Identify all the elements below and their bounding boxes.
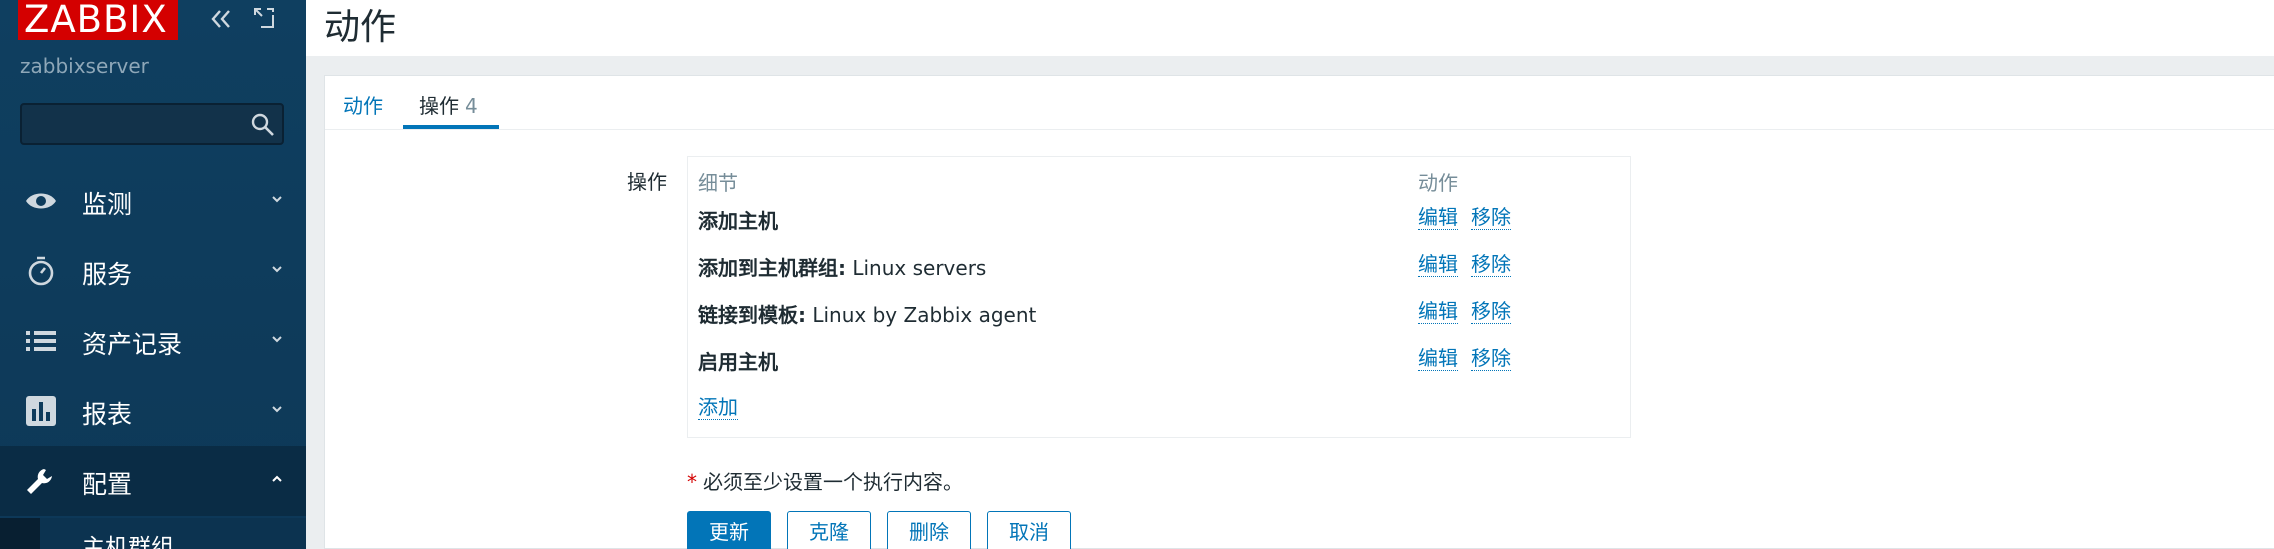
operation-detail: 添加到主机群组: Linux servers — [698, 252, 986, 281]
list-icon — [26, 331, 56, 351]
nav-label: 报表 — [82, 400, 133, 429]
operations-field-label: 操作 — [627, 170, 667, 194]
operation-name: 添加主机 — [698, 209, 778, 233]
chevron-up-icon — [272, 475, 282, 482]
nav-item-services[interactable]: 服务 — [0, 236, 306, 306]
wrench-icon — [27, 469, 52, 494]
edit-link[interactable]: 编辑 — [1418, 346, 1458, 371]
nav-label: 监测 — [82, 190, 133, 219]
operation-name: 添加到主机群组: — [698, 256, 846, 280]
nav-label: 服务 — [82, 260, 133, 289]
stopwatch-icon — [28, 256, 54, 286]
add-operation-link[interactable]: 添加 — [698, 395, 738, 420]
operation-name: 启用主机 — [698, 350, 778, 374]
form-panel: 动作 操作 4 操作 细节 动作 添加主机 编辑 移除 添加到主机群组: Linu… — [324, 75, 2274, 549]
sidebar: ZABBIX zabbixserver 监测 服务 资产记录 报表 配置 主机群… — [0, 0, 306, 549]
cancel-button[interactable]: 取消 — [987, 511, 1071, 549]
clone-button[interactable]: 克隆 — [787, 511, 871, 549]
zabbix-logo[interactable]: ZABBIX — [18, 0, 178, 40]
update-button[interactable]: 更新 — [687, 511, 771, 549]
page-title: 动作 — [324, 7, 397, 48]
delete-button[interactable]: 删除 — [887, 511, 971, 549]
table-row: 添加到主机群组: Linux servers 编辑 移除 — [688, 246, 1630, 286]
column-header-details: 细节 — [698, 171, 738, 195]
bar-chart-icon — [26, 396, 56, 426]
chevron-down-icon — [272, 196, 282, 203]
tab-count-badge: 4 — [465, 94, 478, 118]
required-note-text: 必须至少设置一个执行内容。 — [703, 470, 963, 494]
nav-subitem-host-groups[interactable]: 主机群组 — [0, 518, 306, 549]
chevron-down-icon — [272, 266, 282, 273]
nav-item-reports[interactable]: 报表 — [0, 376, 306, 446]
kiosk-mode-icon[interactable] — [252, 6, 276, 30]
nav-item-monitoring[interactable]: 监测 — [0, 166, 306, 236]
operation-name: 链接到模板: — [698, 303, 806, 327]
server-name: zabbixserver — [20, 54, 149, 78]
operation-detail: 启用主机 — [698, 346, 778, 375]
nav-label: 资产记录 — [82, 330, 183, 359]
remove-link[interactable]: 移除 — [1471, 252, 1511, 277]
table-row: 链接到模板: Linux by Zabbix agent 编辑 移除 — [688, 293, 1630, 333]
edit-link[interactable]: 编辑 — [1418, 299, 1458, 324]
search-icon[interactable] — [250, 112, 276, 138]
collapse-sidebar-icon[interactable] — [208, 6, 234, 32]
edit-link[interactable]: 编辑 — [1418, 205, 1458, 230]
submenu-indent — [0, 518, 40, 549]
required-note: * 必须至少设置一个执行内容。 — [687, 466, 963, 495]
column-header-action: 动作 — [1418, 171, 1458, 195]
nav-sublabel: 主机群组 — [82, 535, 174, 549]
remove-link[interactable]: 移除 — [1471, 346, 1511, 371]
remove-link[interactable]: 移除 — [1471, 299, 1511, 324]
tab-action[interactable]: 动作 — [343, 90, 383, 130]
nav-item-configuration[interactable]: 配置 — [0, 446, 306, 516]
tab-bar: 动作 操作 4 — [325, 76, 2274, 130]
operation-detail: 添加主机 — [698, 205, 778, 234]
nav-label: 配置 — [82, 470, 133, 499]
required-star: * — [687, 470, 697, 494]
operation-value: Linux servers — [846, 256, 987, 280]
nav-item-inventory[interactable]: 资产记录 — [0, 306, 306, 376]
chevron-down-icon — [272, 406, 282, 413]
tab-operations[interactable]: 操作 4 — [419, 90, 478, 130]
table-row: 添加主机 编辑 移除 — [688, 199, 1630, 239]
remove-link[interactable]: 移除 — [1471, 205, 1511, 230]
operation-value: Linux by Zabbix agent — [806, 303, 1037, 327]
chevron-down-icon — [272, 336, 282, 343]
page-header: 动作 — [306, 0, 2274, 56]
edit-link[interactable]: 编辑 — [1418, 252, 1458, 277]
active-tab-indicator — [403, 125, 499, 129]
eye-icon — [26, 193, 56, 209]
search-input[interactable] — [20, 103, 284, 145]
operation-detail: 链接到模板: Linux by Zabbix agent — [698, 299, 1036, 328]
table-row: 启用主机 编辑 移除 — [688, 340, 1630, 380]
tab-label: 操作 — [419, 94, 459, 118]
operations-table: 细节 动作 添加主机 编辑 移除 添加到主机群组: Linux servers … — [687, 156, 1631, 438]
